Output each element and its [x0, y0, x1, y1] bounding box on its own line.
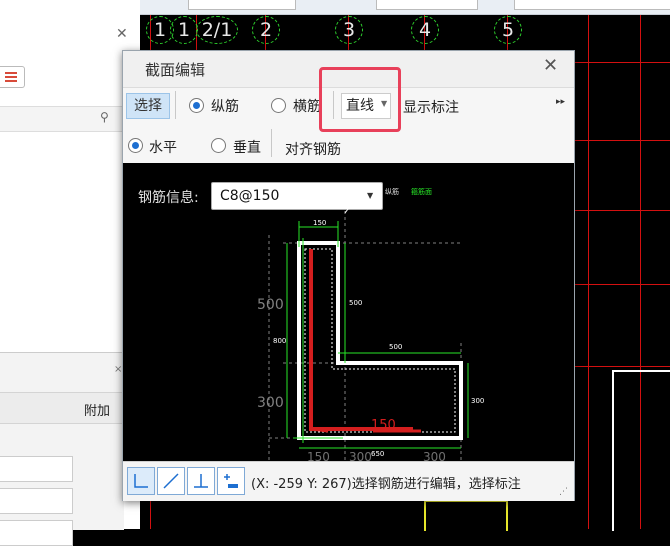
- selected-rebar: [310, 427, 329, 433]
- diagonal-line-tool[interactable]: [157, 467, 185, 495]
- more-icon[interactable]: ▸▸: [556, 97, 565, 107]
- search-icon[interactable]: ⚲: [100, 110, 109, 124]
- column-header-attach: 附加: [84, 404, 111, 419]
- transverse-radio[interactable]: [271, 98, 286, 113]
- cursor-mark: [344, 204, 352, 214]
- longitudinal-radio[interactable]: [189, 98, 204, 113]
- show-annotation-button[interactable]: 显示标注: [403, 97, 459, 117]
- axis-label-1b: 1: [170, 16, 198, 44]
- add-point-tool[interactable]: [217, 467, 245, 495]
- inner-outline: [304, 248, 456, 433]
- align-rebar-button[interactable]: 对齐钢筋: [285, 139, 341, 159]
- corner-line-tool[interactable]: [127, 467, 155, 495]
- axis-label-2-1: 2/1: [196, 16, 238, 44]
- property-field[interactable]: [0, 456, 73, 482]
- column-outline: [612, 370, 670, 531]
- left-panel: ✕ ⚲ × 附加: [0, 0, 140, 546]
- highlight-box: [319, 67, 401, 132]
- column-outline: [424, 500, 508, 531]
- property-field[interactable]: [0, 488, 73, 514]
- dialog-title: 截面编辑: [145, 61, 206, 79]
- horizontal-radio[interactable]: [128, 138, 143, 153]
- grey-dim-label: 300: [257, 395, 284, 411]
- dim-label: 150: [307, 450, 330, 461]
- top-field[interactable]: [514, 0, 670, 10]
- section-canvas[interactable]: 钢筋信息: C8@150 ▼ 纵筋 箍筋面 150 500 800 500 30…: [123, 163, 574, 461]
- grid-line: [573, 62, 670, 63]
- grey-dim-label: 500: [257, 297, 284, 313]
- transverse-label[interactable]: 横筋: [293, 96, 321, 116]
- separator: [271, 129, 272, 157]
- selected-rebar: [309, 249, 413, 431]
- dim-label: 800: [273, 337, 286, 345]
- vertical-label[interactable]: 垂直: [233, 137, 261, 157]
- status-text: (X: -259 Y: 267)选择钢筋进行编辑，选择标注: [251, 477, 521, 492]
- perpendicular-tool[interactable]: [187, 467, 215, 495]
- vertical-radio[interactable]: [211, 138, 226, 153]
- close-icon[interactable]: ✕: [116, 26, 128, 42]
- list-icon[interactable]: [0, 66, 25, 88]
- section-drawing[interactable]: 150 500 800 500 300 150 650 150 300 300 …: [123, 163, 574, 461]
- dim-label: 650: [371, 450, 384, 458]
- grid-line: [573, 366, 670, 367]
- dim-label: 300: [349, 450, 372, 461]
- dimension-labels: 150 500 800 500 300 150 650 150 300 300 …: [257, 219, 484, 461]
- dim-label-highlight: 150: [371, 418, 396, 433]
- grid-line: [573, 140, 670, 141]
- dimension-lines: [286, 221, 469, 449]
- separator: [175, 91, 176, 119]
- grid-line: [588, 14, 589, 529]
- grid-line: [573, 210, 670, 211]
- top-field[interactable]: [188, 0, 296, 10]
- close-icon[interactable]: ✕: [543, 55, 558, 76]
- property-field[interactable]: [0, 520, 73, 546]
- dim-label: 300: [471, 397, 484, 405]
- longitudinal-label[interactable]: 纵筋: [211, 96, 239, 116]
- select-button[interactable]: 选择: [126, 93, 170, 119]
- dim-label: 300: [423, 450, 446, 461]
- axis-label-2: 2: [252, 16, 280, 44]
- axis-label-5: 5: [494, 16, 522, 44]
- dim-label: 150: [313, 219, 326, 227]
- section-outline: [297, 241, 463, 440]
- dim-label: 500: [349, 299, 362, 307]
- top-field[interactable]: [376, 0, 478, 10]
- horizontal-label[interactable]: 水平: [149, 137, 177, 157]
- dim-label: 500: [389, 343, 402, 351]
- grid-line: [573, 284, 670, 285]
- axis-label-4: 4: [411, 16, 439, 44]
- axis-label-3: 3: [335, 16, 363, 44]
- resize-grip-icon[interactable]: ⋰: [559, 487, 568, 497]
